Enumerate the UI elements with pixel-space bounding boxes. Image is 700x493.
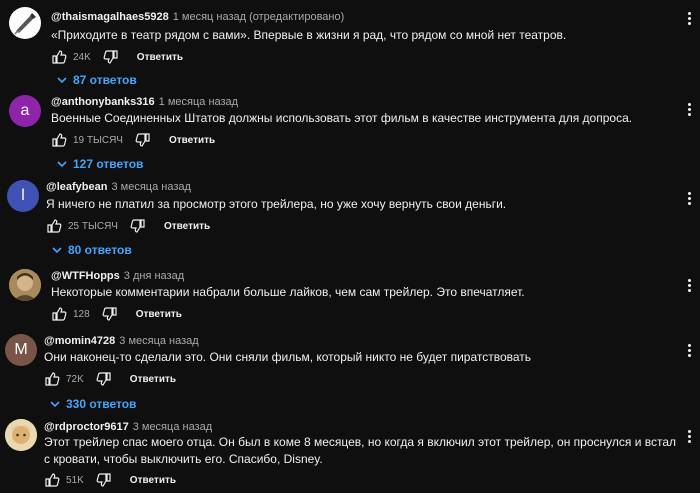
comment-menu-button[interactable]	[688, 190, 692, 207]
comment-text: Я ничего не платил за просмотр этого тре…	[46, 197, 507, 211]
like-icon[interactable]	[51, 49, 67, 65]
chevron-down-icon	[52, 247, 62, 254]
comment-timestamp[interactable]: 3 месяца назад	[133, 421, 212, 433]
reply-button[interactable]: Ответить	[136, 309, 182, 320]
reply-button[interactable]: Ответить	[130, 475, 176, 486]
comment-author[interactable]: @momin4728	[44, 335, 115, 347]
avatar-photo-icon	[9, 269, 41, 301]
avatar[interactable]: M	[5, 334, 37, 366]
comment-menu-button[interactable]	[688, 342, 692, 359]
comment-menu-button[interactable]	[688, 10, 692, 27]
comment-text: Они наконец-то сделали это. Они сняли фи…	[44, 350, 532, 364]
comment-text: Этот трейлер спас моего отца. Он был в к…	[44, 435, 677, 466]
replies-count: 80 ответов	[68, 243, 132, 257]
chevron-down-icon	[57, 77, 67, 84]
avatar[interactable]: l	[7, 180, 39, 212]
like-count: 24K	[73, 51, 91, 63]
dislike-icon[interactable]	[96, 371, 112, 387]
dislike-icon[interactable]	[96, 472, 112, 488]
view-replies-button[interactable]: 87 ответов	[57, 73, 137, 87]
comment-author[interactable]: @thaismagalhaes5928	[51, 11, 169, 23]
comment-author[interactable]: @WTFHopps	[51, 270, 120, 282]
chevron-down-icon	[50, 401, 60, 408]
comment-author[interactable]: @anthonybanks316	[51, 96, 155, 108]
like-icon[interactable]	[51, 306, 67, 322]
comment-text: Военные Соединенных Штатов должны исполь…	[51, 111, 633, 125]
comment-text: «Приходите в театр рядом с вами». Впервы…	[51, 28, 567, 42]
dislike-icon[interactable]	[102, 306, 118, 322]
comment-timestamp[interactable]: 3 месяца назад	[119, 335, 198, 347]
avatar[interactable]	[9, 269, 41, 301]
view-replies-button[interactable]: 127 ответов	[57, 157, 143, 171]
like-count: 51K	[66, 474, 84, 486]
comment-author[interactable]: @leafybean	[46, 181, 107, 193]
avatar-drawing-icon	[14, 13, 36, 35]
avatar-letter: a	[20, 102, 30, 119]
reply-button[interactable]: Ответить	[137, 52, 183, 63]
like-count: 128	[73, 308, 90, 320]
avatar[interactable]	[5, 419, 37, 451]
reply-button[interactable]: Ответить	[169, 135, 215, 146]
comment-menu-button[interactable]	[688, 428, 692, 445]
comment-timestamp[interactable]: 3 месяца назад	[111, 181, 190, 193]
comment-author[interactable]: @rdproctor9617	[44, 421, 129, 433]
like-icon[interactable]	[44, 472, 60, 488]
avatar-letter: M	[14, 341, 28, 358]
replies-count: 330 ответов	[66, 397, 137, 411]
view-replies-button[interactable]: 330 ответов	[50, 397, 136, 411]
comment-timestamp[interactable]: 3 дня назад	[124, 270, 184, 282]
reply-button[interactable]: Ответить	[164, 221, 210, 232]
comment-menu-button[interactable]	[688, 101, 692, 118]
dislike-icon[interactable]	[135, 132, 151, 148]
reply-button[interactable]: Ответить	[130, 374, 176, 385]
chevron-down-icon	[57, 161, 67, 168]
replies-count: 127 ответов	[73, 157, 144, 171]
like-count: 25 ТЫСЯЧ	[68, 220, 118, 232]
replies-count: 87 ответов	[73, 73, 137, 87]
avatar[interactable]	[9, 7, 41, 39]
comment-text: Некоторые комментарии набрали больше лай…	[51, 285, 525, 299]
comment-timestamp[interactable]: 1 месяц назад (отредактировано)	[173, 11, 345, 23]
like-icon[interactable]	[46, 218, 62, 234]
dislike-icon[interactable]	[130, 218, 146, 234]
avatar-photo-icon	[5, 419, 37, 451]
dislike-icon[interactable]	[103, 49, 119, 65]
comment-timestamp[interactable]: 1 месяца назад	[159, 96, 238, 108]
like-count: 72K	[66, 373, 84, 385]
like-count: 19 ТЫСЯЧ	[73, 134, 123, 146]
like-icon[interactable]	[44, 371, 60, 387]
view-replies-button[interactable]: 80 ответов	[52, 243, 132, 257]
like-icon[interactable]	[51, 132, 67, 148]
comment-menu-button[interactable]	[688, 277, 692, 294]
avatar[interactable]: a	[9, 95, 41, 127]
avatar-letter: l	[21, 187, 25, 204]
